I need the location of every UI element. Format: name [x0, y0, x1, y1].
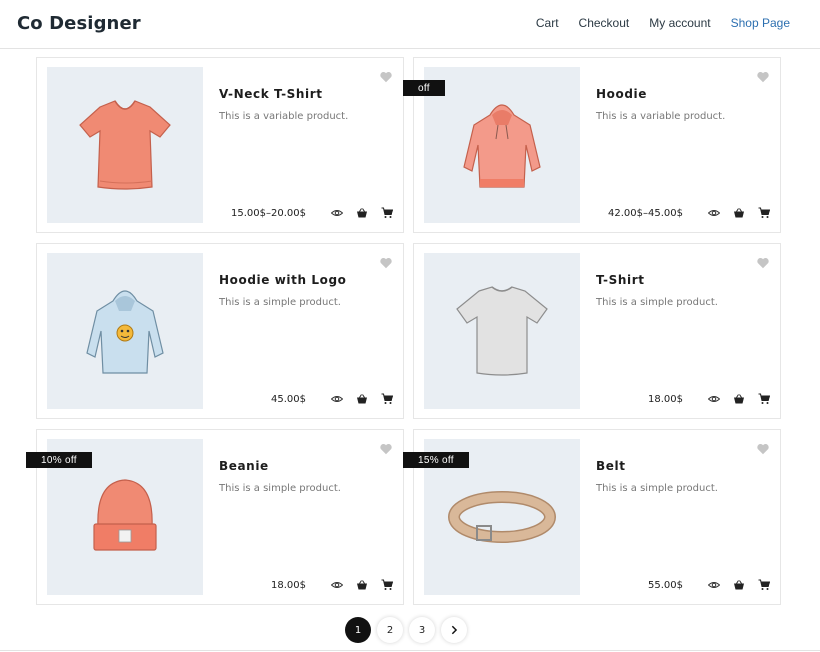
chevron-right-icon: [451, 625, 458, 635]
product-price: 42.00$–45.00$: [608, 207, 683, 219]
add-to-cart-icon[interactable]: [758, 579, 770, 591]
product-thumbnail[interactable]: [424, 67, 580, 223]
quick-view-eye-icon[interactable]: [331, 393, 343, 405]
hoodie-image: [463, 104, 541, 188]
site-brand[interactable]: Co Designer: [17, 13, 141, 34]
product-card: Hoodie with Logo This is a simple produc…: [36, 243, 404, 419]
quick-view-eye-icon[interactable]: [708, 393, 720, 405]
nav-my-account[interactable]: My account: [649, 16, 710, 30]
add-to-cart-icon[interactable]: [758, 393, 770, 405]
quick-view-eye-icon[interactable]: [708, 207, 720, 219]
main-nav: Cart Checkout My account Shop Page: [516, 16, 790, 30]
discount-badge: 15% off: [403, 452, 469, 468]
product-description: This is a variable product.: [596, 111, 726, 122]
add-to-cart-icon[interactable]: [381, 207, 393, 219]
product-thumbnail[interactable]: [47, 253, 203, 409]
product-description: This is a simple product.: [219, 483, 341, 494]
product-title[interactable]: Hoodie: [596, 87, 647, 101]
product-title[interactable]: Belt: [596, 459, 626, 473]
product-actions: 18.00$: [271, 579, 393, 591]
nav-shop-page[interactable]: Shop Page: [731, 16, 790, 30]
product-card: off Hoodie This is a variable product. 4…: [403, 57, 781, 233]
site-header: Co Designer Cart Checkout My account Sho…: [0, 0, 820, 49]
page-1-button[interactable]: 1: [345, 617, 371, 643]
hoodie-logo-image: [86, 290, 164, 374]
nav-cart[interactable]: Cart: [536, 16, 559, 30]
product-title[interactable]: T-Shirt: [596, 273, 645, 287]
basket-icon[interactable]: [356, 393, 368, 405]
product-price: 55.00$: [648, 579, 683, 591]
product-description: This is a simple product.: [596, 297, 718, 308]
product-card: T-Shirt This is a simple product. 18.00$: [413, 243, 781, 419]
wishlist-heart-icon[interactable]: [379, 442, 393, 456]
add-to-cart-icon[interactable]: [758, 207, 770, 219]
basket-icon[interactable]: [733, 393, 745, 405]
product-price: 15.00$–20.00$: [231, 207, 306, 219]
quick-view-eye-icon[interactable]: [331, 207, 343, 219]
wishlist-heart-icon[interactable]: [756, 70, 770, 84]
product-card: 10% off Beanie This is a simple product.…: [26, 429, 404, 605]
discount-badge: off: [403, 80, 445, 96]
basket-icon[interactable]: [733, 207, 745, 219]
footer-divider: [0, 650, 820, 651]
product-price: 18.00$: [271, 579, 306, 591]
discount-badge: 10% off: [26, 452, 92, 468]
basket-icon[interactable]: [356, 579, 368, 591]
product-card: V-Neck T-Shirt This is a variable produc…: [36, 57, 404, 233]
product-title[interactable]: V-Neck T-Shirt: [219, 87, 323, 101]
product-description: This is a simple product.: [596, 483, 718, 494]
tshirt-image: [456, 286, 548, 376]
page-3-button[interactable]: 3: [409, 617, 435, 643]
beanie-image: [93, 479, 157, 551]
nav-checkout[interactable]: Checkout: [579, 16, 630, 30]
product-description: This is a variable product.: [219, 111, 349, 122]
product-title[interactable]: Beanie: [219, 459, 269, 473]
belt-image: [448, 491, 556, 543]
basket-icon[interactable]: [733, 579, 745, 591]
wishlist-heart-icon[interactable]: [379, 256, 393, 270]
product-actions: 42.00$–45.00$: [608, 207, 770, 219]
add-to-cart-icon[interactable]: [381, 393, 393, 405]
product-grid: V-Neck T-Shirt This is a variable produc…: [26, 57, 781, 605]
product-thumbnail[interactable]: [47, 67, 203, 223]
add-to-cart-icon[interactable]: [381, 579, 393, 591]
product-description: This is a simple product.: [219, 297, 341, 308]
page-2-button[interactable]: 2: [377, 617, 403, 643]
product-card: 15% off Belt This is a simple product. 5…: [403, 429, 781, 605]
quick-view-eye-icon[interactable]: [708, 579, 720, 591]
next-page-button[interactable]: [441, 617, 467, 643]
basket-icon[interactable]: [356, 207, 368, 219]
product-price: 45.00$: [271, 393, 306, 405]
product-actions: 15.00$–20.00$: [231, 207, 393, 219]
product-actions: 18.00$: [648, 393, 770, 405]
product-thumbnail[interactable]: [424, 253, 580, 409]
wishlist-heart-icon[interactable]: [756, 256, 770, 270]
wishlist-heart-icon[interactable]: [379, 70, 393, 84]
quick-view-eye-icon[interactable]: [331, 579, 343, 591]
product-actions: 55.00$: [648, 579, 770, 591]
product-title[interactable]: Hoodie with Logo: [219, 273, 347, 287]
product-actions: 45.00$: [271, 393, 393, 405]
product-price: 18.00$: [648, 393, 683, 405]
pagination: 1 2 3: [345, 617, 467, 643]
wishlist-heart-icon[interactable]: [756, 442, 770, 456]
vneck-tshirt-image: [79, 100, 171, 190]
